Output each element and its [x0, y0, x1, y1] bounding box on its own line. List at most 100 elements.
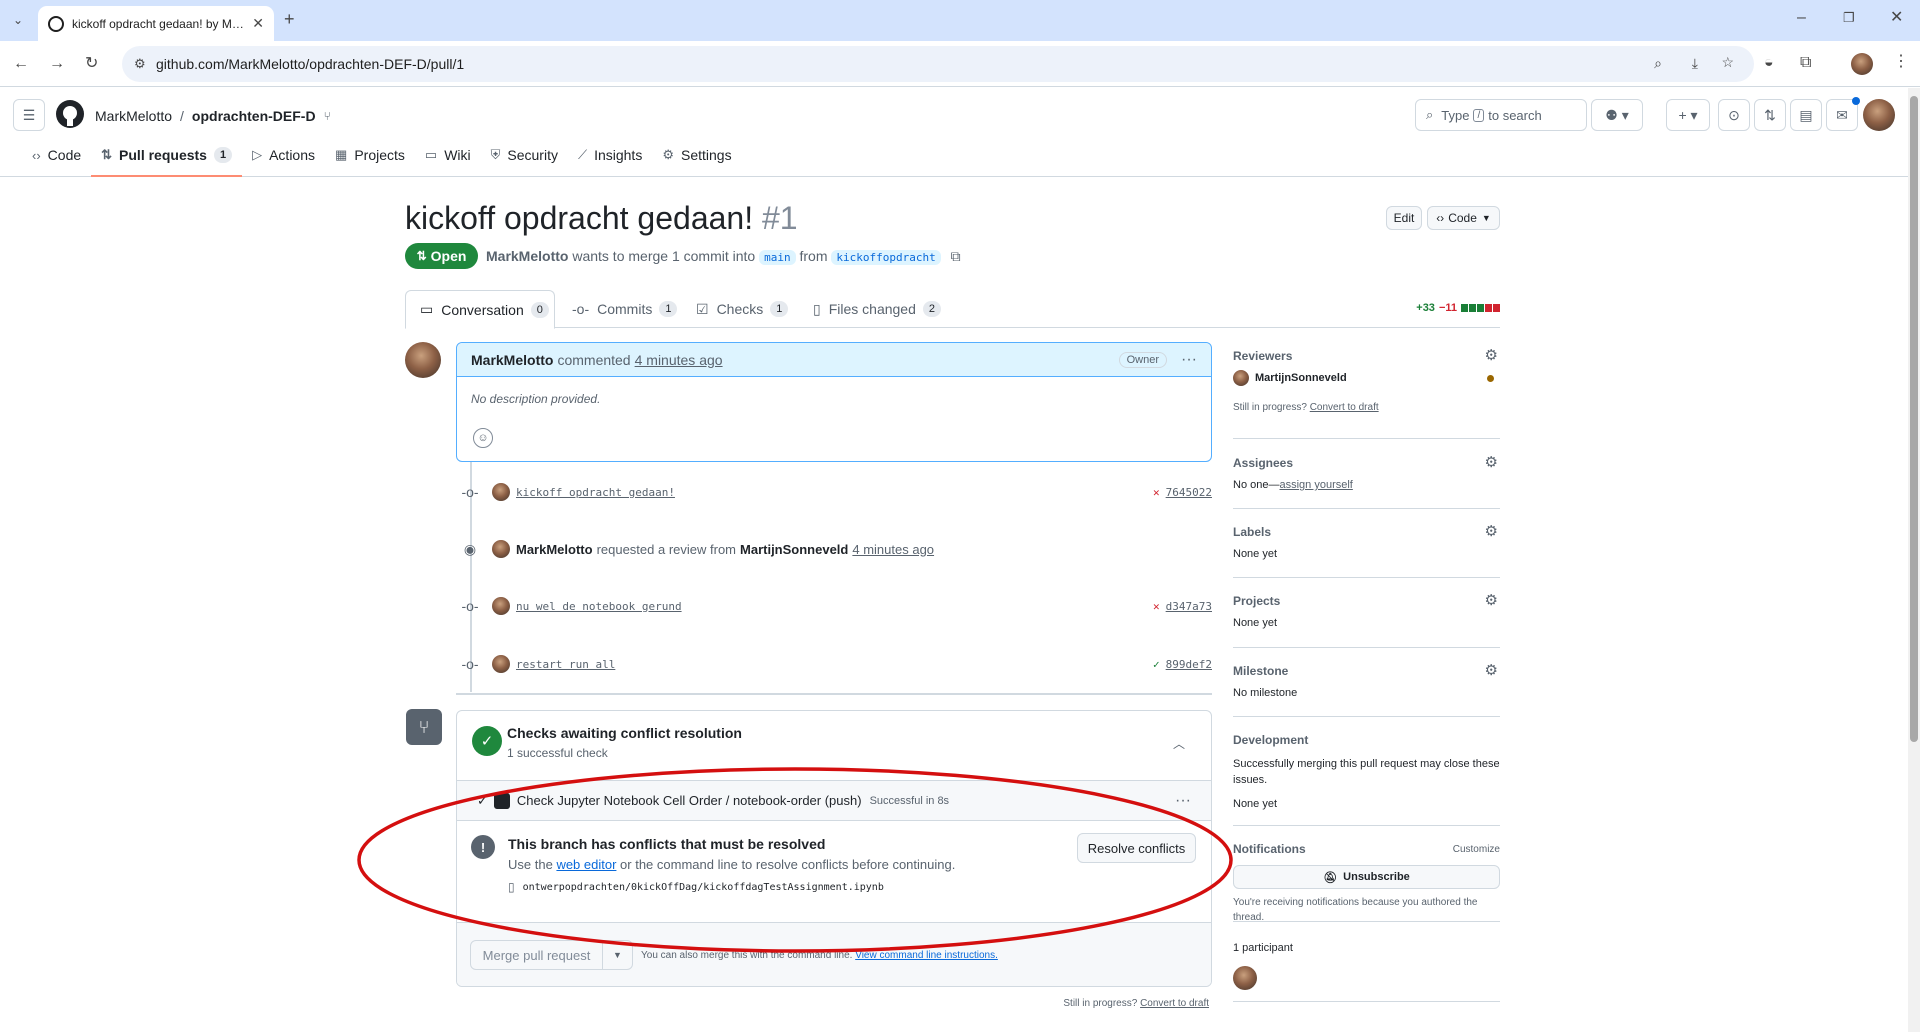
- browser-menu-icon[interactable]: ⋮: [1893, 54, 1909, 70]
- code-dropdown-button[interactable]: ‹› Code ▼: [1427, 206, 1500, 230]
- customize-link[interactable]: Customize: [1453, 844, 1500, 855]
- book-icon: ▭: [424, 147, 438, 162]
- comment-time-link[interactable]: 4 minutes ago: [635, 352, 723, 368]
- bookmark-star-icon[interactable]: ☆: [1721, 54, 1734, 71]
- repo-nav-code[interactable]: ‹› Code: [22, 139, 91, 171]
- hamburger-menu-button[interactable]: ☰: [13, 99, 45, 131]
- page-scrollbar[interactable]: [1908, 88, 1920, 1032]
- commit-sha-link[interactable]: 899def2: [1166, 658, 1212, 671]
- gear-icon[interactable]: ⚙: [1485, 522, 1498, 540]
- tab-commits[interactable]: -o- Commits 1: [558, 290, 691, 328]
- github-logo-icon[interactable]: [56, 100, 84, 128]
- gear-icon[interactable]: ⚙: [1485, 591, 1498, 609]
- pr-author-link[interactable]: MarkMelotto: [486, 248, 568, 264]
- install-icon[interactable]: ⤓: [1692, 55, 1698, 72]
- check-run-row[interactable]: ✓ Check Jupyter Notebook Cell Order / no…: [457, 781, 1211, 821]
- convert-to-draft-link[interactable]: Convert to draft: [1140, 998, 1209, 1009]
- reload-icon[interactable]: ↻: [85, 56, 98, 72]
- file-icon: ▯: [508, 880, 515, 894]
- tab-list-icon[interactable]: ⌄: [13, 12, 23, 28]
- commit-sha-link[interactable]: 7645022: [1166, 486, 1212, 499]
- tab-files-changed[interactable]: ▯ Files changed 2: [799, 290, 955, 328]
- edit-title-button[interactable]: Edit: [1386, 206, 1422, 230]
- pull-requests-button[interactable]: ⇅: [1754, 99, 1786, 131]
- repo-nav-wiki[interactable]: ▭ Wiki: [415, 139, 481, 171]
- unsubscribe-button[interactable]: 🔕︎ Unsubscribe: [1233, 865, 1500, 889]
- back-icon[interactable]: ←: [13, 56, 29, 72]
- scrollbar-thumb[interactable]: [1910, 96, 1918, 742]
- assign-yourself-link[interactable]: assign yourself: [1279, 479, 1352, 491]
- repo-owner-link[interactable]: MarkMelotto: [95, 108, 172, 124]
- table-icon: ▦: [335, 147, 348, 162]
- more-options-icon[interactable]: ···: [1181, 351, 1197, 369]
- milestone-heading[interactable]: Milestone: [1233, 661, 1500, 681]
- commit-message-link[interactable]: kickoff opdracht gedaan!: [516, 486, 675, 499]
- reviewer-row[interactable]: MartijnSonneveld: [1233, 370, 1500, 386]
- reviewers-heading[interactable]: Reviewers: [1233, 346, 1500, 366]
- head-branch[interactable]: kickoffopdracht: [831, 250, 941, 265]
- repo-nav-insights[interactable]: ⟋ Insights: [568, 139, 652, 171]
- tab-conversation[interactable]: ▭ Conversation 0: [405, 290, 555, 329]
- forward-icon[interactable]: →: [49, 56, 65, 72]
- merge-pull-request-button[interactable]: Merge pull request: [470, 940, 603, 970]
- inbox-button[interactable]: ✉: [1826, 97, 1860, 131]
- gear-icon[interactable]: ⚙: [1485, 661, 1498, 679]
- commit-message-link[interactable]: nu wel de notebook gerund: [516, 600, 682, 613]
- window-close-icon[interactable]: ✕: [1890, 10, 1903, 26]
- merge-box: ✓ Checks awaiting conflict resolution 1 …: [456, 710, 1212, 987]
- repositories-button[interactable]: ▤: [1790, 99, 1822, 131]
- browser-tab[interactable]: kickoff opdracht gedaan! by M… ✕: [38, 6, 274, 41]
- repo-nav-actions[interactable]: ▷ Actions: [242, 139, 325, 171]
- pr-number: #1: [761, 200, 798, 236]
- event-time-link[interactable]: 4 minutes ago: [852, 542, 934, 557]
- address-bar[interactable]: ⚙ github.com/MarkMelotto/opdrachten-DEF-…: [122, 46, 1754, 82]
- check-run-name: Check Jupyter Notebook Cell Order / note…: [516, 793, 862, 808]
- more-options-icon[interactable]: ···: [1175, 792, 1191, 810]
- user-avatar[interactable]: [1863, 99, 1895, 131]
- repo-name-link[interactable]: opdrachten-DEF-D: [192, 108, 316, 124]
- minimize-icon[interactable]: –: [1797, 10, 1806, 26]
- projects-heading[interactable]: Projects: [1233, 591, 1500, 611]
- checks-section[interactable]: ✓ Checks awaiting conflict resolution 1 …: [457, 711, 1211, 781]
- base-branch[interactable]: main: [759, 250, 796, 265]
- restore-icon[interactable]: ❐: [1843, 10, 1855, 26]
- convert-to-draft-link[interactable]: Convert to draft: [1310, 402, 1379, 413]
- repo-nav-settings[interactable]: ⚙ Settings: [652, 139, 741, 171]
- new-tab-icon[interactable]: +: [284, 10, 295, 28]
- tab-checks[interactable]: ☑ Checks 1: [682, 290, 802, 328]
- add-reaction-icon[interactable]: ☺: [473, 428, 493, 448]
- profile-avatar[interactable]: [1851, 53, 1873, 75]
- copilot-button[interactable]: ⚉ ▾: [1591, 99, 1643, 131]
- zoom-icon[interactable]: ⌕: [1654, 55, 1662, 72]
- pr-state-badge: ⇅ Open: [405, 243, 478, 269]
- actor-link[interactable]: MarkMelotto: [516, 542, 593, 557]
- labels-heading[interactable]: Labels: [1233, 522, 1500, 542]
- participant-avatar[interactable]: [1233, 966, 1257, 990]
- tab-close-icon[interactable]: ✕: [252, 15, 264, 32]
- reviewer-link[interactable]: MartijnSonneveld: [740, 542, 848, 557]
- gear-icon[interactable]: ⚙: [1485, 346, 1498, 364]
- repo-nav-security[interactable]: ⛨ Security: [481, 139, 568, 171]
- copy-icon[interactable]: ⧉: [951, 248, 961, 264]
- labels-value: None yet: [1233, 548, 1278, 560]
- command-line-instructions-link[interactable]: View command line instructions.: [855, 950, 998, 961]
- comment-author-avatar[interactable]: [405, 342, 441, 378]
- commit-message-link[interactable]: restart run all: [516, 658, 615, 671]
- chevron-up-icon[interactable]: ︿: [1173, 735, 1185, 752]
- merge-options-dropdown[interactable]: ▼: [603, 940, 633, 970]
- milestone-section: Milestone ⚙ No milestone: [1233, 648, 1500, 717]
- site-info-icon[interactable]: ⚙: [134, 56, 146, 72]
- repo-nav-pull-requests[interactable]: ⇅ Pull requests 1: [91, 139, 243, 177]
- extension-spy-icon[interactable]: ◒: [1764, 55, 1774, 71]
- comment-author-link[interactable]: MarkMelotto: [471, 352, 553, 368]
- assignees-heading[interactable]: Assignees: [1233, 453, 1500, 473]
- gear-icon[interactable]: ⚙: [1485, 453, 1498, 471]
- commit-sha-link[interactable]: d347a73: [1166, 600, 1212, 613]
- web-editor-link[interactable]: web editor: [556, 857, 616, 872]
- extensions-puzzle-icon[interactable]: ⧉: [1800, 55, 1811, 71]
- repo-nav-projects[interactable]: ▦ Projects: [325, 139, 415, 171]
- create-new-button[interactable]: + ▾: [1666, 99, 1710, 131]
- issues-button[interactable]: ⊙: [1718, 99, 1750, 131]
- resolve-conflicts-button[interactable]: Resolve conflicts: [1077, 833, 1196, 863]
- search-input[interactable]: ⌕ Type / to search: [1415, 99, 1587, 131]
